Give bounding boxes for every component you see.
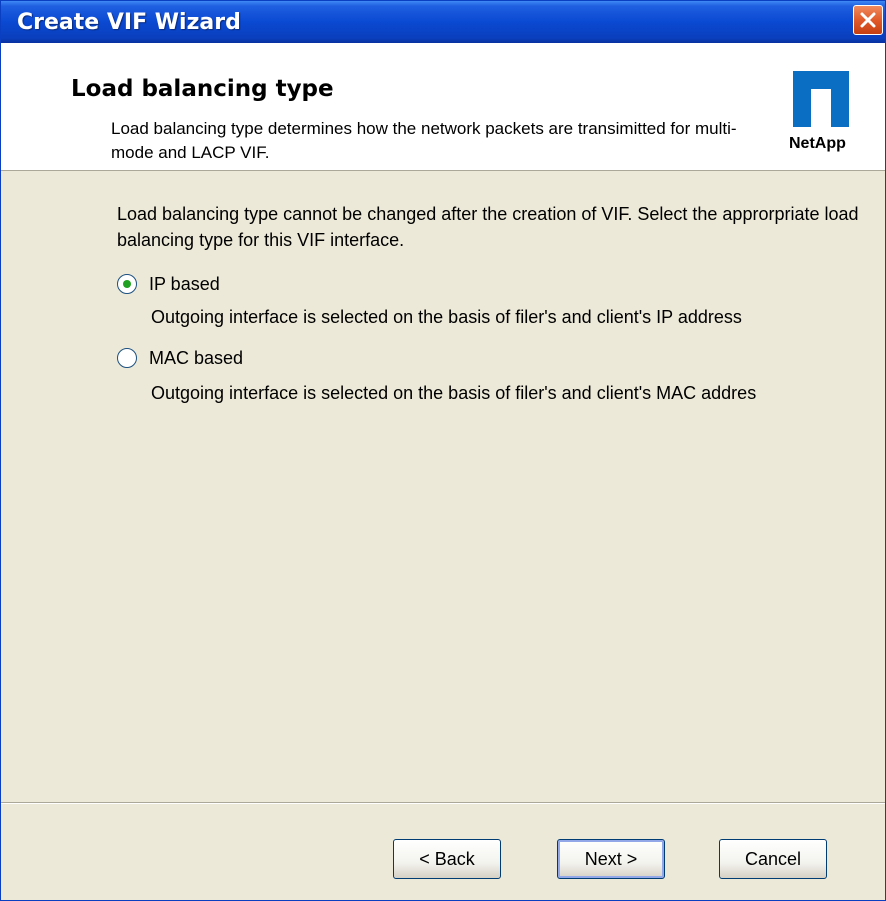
radio-ip-based[interactable]: IP based	[117, 271, 220, 297]
netapp-logo-icon	[793, 71, 849, 127]
wizard-content: Load balancing type cannot be changed af…	[1, 171, 885, 801]
back-button[interactable]: < Back	[393, 839, 501, 879]
instructions-text: Load balancing type cannot be changed af…	[117, 204, 859, 250]
page-title: Load balancing type	[71, 76, 334, 102]
radio-label-mac-based: MAC based	[149, 347, 244, 368]
radio-label-ip-based: IP based	[149, 273, 220, 294]
radio-button-mac-based[interactable]	[117, 348, 137, 368]
radio-button-ip-based[interactable]	[117, 274, 137, 294]
netapp-logo: NetApp	[785, 71, 865, 152]
ip-based-description: Outgoing interface is selected on the ba…	[151, 307, 742, 327]
cancel-button[interactable]: Cancel	[719, 839, 827, 879]
next-button[interactable]: Next >	[557, 839, 665, 879]
wizard-window: Create VIF Wizard Load balancing type Lo…	[0, 0, 886, 901]
footer-divider	[1, 802, 885, 804]
close-button[interactable]	[853, 5, 883, 35]
wizard-header: Load balancing type Load balancing type …	[1, 43, 885, 171]
page-description: Load balancing type determines how the n…	[111, 119, 737, 162]
close-icon	[860, 12, 876, 28]
window-title: Create VIF Wizard	[17, 10, 241, 35]
radio-mac-based[interactable]: MAC based	[117, 345, 243, 371]
mac-based-description: Outgoing interface is selected on the ba…	[151, 383, 757, 403]
title-bar[interactable]: Create VIF Wizard	[1, 1, 885, 43]
logo-text: NetApp	[789, 135, 846, 152]
